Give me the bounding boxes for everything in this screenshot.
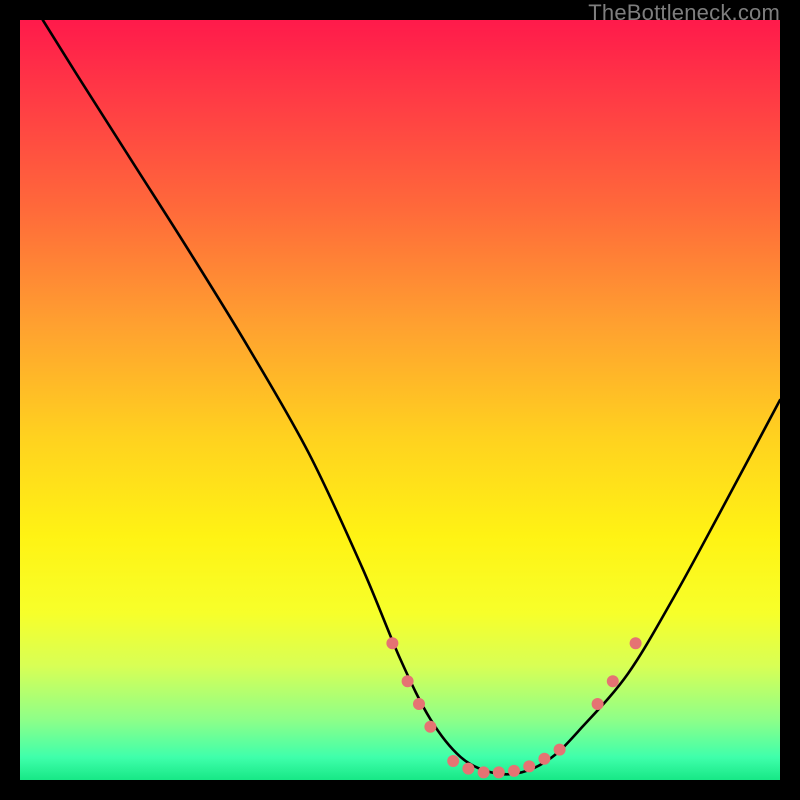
- highlight-point: [402, 675, 414, 687]
- highlight-point: [447, 755, 459, 767]
- highlight-point: [630, 637, 642, 649]
- highlight-point: [493, 766, 505, 778]
- highlight-point: [592, 698, 604, 710]
- highlight-point: [424, 721, 436, 733]
- highlight-point: [386, 637, 398, 649]
- highlight-point: [508, 765, 520, 777]
- chart-background: [20, 20, 780, 780]
- highlight-point: [478, 766, 490, 778]
- chart-frame: [20, 20, 780, 780]
- highlight-point: [462, 763, 474, 775]
- highlight-point: [607, 675, 619, 687]
- watermark-text: TheBottleneck.com: [588, 0, 780, 26]
- highlight-point: [554, 744, 566, 756]
- chart-svg: [20, 20, 780, 780]
- highlight-point: [523, 760, 535, 772]
- highlight-point: [538, 753, 550, 765]
- highlight-point: [413, 698, 425, 710]
